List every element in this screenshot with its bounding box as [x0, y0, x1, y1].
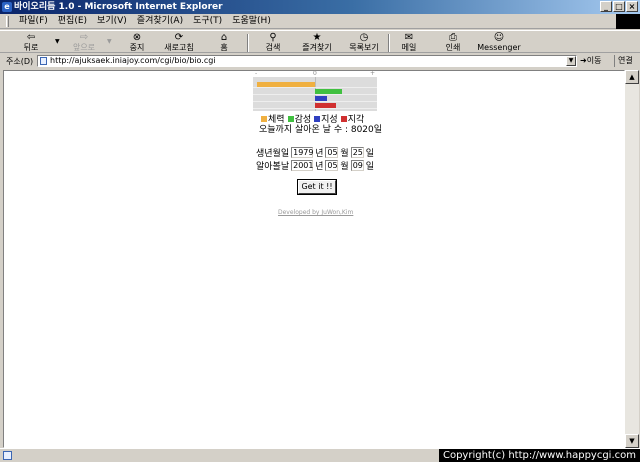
vertical-scrollbar[interactable]: ▲ ▼ [625, 70, 639, 448]
target-label: 알아볼날 [256, 162, 290, 172]
window-title: 바이오리듬 1.0 - Microsoft Internet Explorer [14, 2, 223, 12]
birth-year-input[interactable]: 1979 [291, 147, 313, 158]
scroll-up-icon[interactable]: ▲ [625, 70, 639, 84]
search-icon: ⚲ [269, 32, 277, 43]
favorites-icon: ★ [312, 32, 322, 43]
address-url: http://ajuksaek.iniajoy.com/cgi/bio/bio.… [50, 56, 216, 65]
stop-button[interactable]: ⊗ 중지 [124, 32, 150, 53]
home-button[interactable]: ⌂ 홈 [214, 32, 234, 53]
birth-date-row: 생년월일 1979 년 05 월 25 일 [256, 146, 374, 159]
target-date-row: 알아볼날 2001 년 05 월 09 일 [256, 159, 374, 172]
title-bar: e 바이오리듬 1.0 - Microsoft Internet Explore… [0, 0, 640, 14]
year-unit: 년 [315, 162, 324, 172]
menu-help[interactable]: 도움말(H) [227, 15, 276, 28]
go-arrow-icon: ➜ [580, 56, 587, 65]
day-unit: 일 [365, 162, 374, 172]
history-button[interactable]: ◷ 목록보기 [344, 32, 384, 53]
address-dropdown-icon[interactable]: ▼ [566, 56, 576, 66]
chart-bar [315, 103, 336, 108]
birth-label: 생년월일 [256, 149, 290, 159]
back-button[interactable]: ⇦ 뒤로 [14, 32, 48, 53]
address-input[interactable]: http://ajuksaek.iniajoy.com/cgi/bio/bio.… [37, 55, 577, 67]
scale-plus-label: + [370, 70, 376, 77]
links-button[interactable]: 연결 [614, 55, 633, 67]
developer-credit-link[interactable]: Developed by JuWon,Kim [278, 209, 353, 216]
copyright-text: Copyright(c) http://www.happycgi.com [438, 449, 640, 462]
forward-arrow-icon: ⇨ [79, 32, 89, 43]
biorhythm-chart [253, 77, 377, 111]
address-label: 주소(D) [6, 56, 34, 66]
chart-row [253, 95, 377, 102]
messenger-icon: ☺ [493, 32, 505, 43]
menu-file[interactable]: 파일(F) [14, 15, 53, 28]
menu-view[interactable]: 보기(V) [92, 15, 132, 28]
page-icon [40, 57, 47, 65]
standard-toolbar: ⇦ 뒤로 ▼ ⇨ 앞으로 ▼ ⊗ 중지 ⟳ 새로고침 ⌂ 홈 ⚲ 검색 ★ 즐겨… [0, 30, 640, 53]
refresh-button[interactable]: ⟳ 새로고침 [160, 32, 198, 53]
chart-row [253, 81, 377, 88]
toolbar-separator [247, 34, 249, 52]
stop-icon: ⊗ [132, 32, 142, 43]
menu-edit[interactable]: 편집(E) [53, 15, 92, 28]
refresh-icon: ⟳ [174, 32, 184, 43]
menu-tools[interactable]: 도구(T) [188, 15, 227, 28]
history-icon: ◷ [359, 32, 369, 43]
favorites-button[interactable]: ★ 즐겨찾기 [298, 32, 336, 53]
chart-row [253, 102, 377, 109]
menu-bar: 파일(F) 편집(E) 보기(V) 즐겨찾기(A) 도구(T) 도움말(H) [0, 14, 640, 29]
birth-month-input[interactable]: 05 [325, 147, 339, 158]
maximize-button[interactable]: □ [613, 1, 625, 12]
scale-minus-label: - [255, 70, 258, 77]
forward-dropdown-icon[interactable]: ▼ [107, 38, 112, 45]
toolbar-grip [6, 15, 9, 27]
page-status-icon [3, 451, 12, 460]
day-unit: 일 [365, 149, 374, 159]
target-day-input[interactable]: 09 [350, 160, 364, 171]
month-unit: 월 [340, 162, 349, 172]
year-unit: 년 [315, 149, 324, 159]
target-month-input[interactable]: 05 [325, 160, 339, 171]
address-bar: 주소(D) http://ajuksaek.iniajoy.com/cgi/bi… [0, 54, 640, 68]
chart-bar [315, 89, 342, 94]
go-button[interactable]: ➜이동 [580, 55, 601, 67]
days-lived-text: 오늘까지 살아온 날 수 : 8020일 [259, 125, 383, 135]
printer-icon: ⎙ [449, 32, 457, 43]
chart-bar [257, 82, 315, 87]
mail-icon: ✉ [404, 32, 414, 43]
scale-zero-label: 0 [313, 70, 317, 77]
get-it-button[interactable]: Get it !! [298, 180, 336, 194]
month-unit: 월 [340, 149, 349, 159]
chart-row [253, 88, 377, 95]
birth-day-input[interactable]: 25 [350, 147, 364, 158]
menu-favorites[interactable]: 즐겨찾기(A) [132, 15, 188, 28]
status-bar: Copyright(c) http://www.happycgi.com [0, 448, 640, 462]
back-arrow-icon: ⇦ [26, 32, 36, 43]
forward-button[interactable]: ⇨ 앞으로 [66, 32, 102, 53]
scroll-down-icon[interactable]: ▼ [625, 434, 639, 448]
messenger-button[interactable]: ☺ Messenger [476, 32, 522, 53]
target-year-input[interactable]: 2001 [291, 160, 313, 171]
close-button[interactable]: × [626, 1, 638, 12]
windows-logo [616, 14, 640, 29]
back-dropdown-icon[interactable]: ▼ [55, 38, 60, 45]
mail-button[interactable]: ✉ 메일 [397, 32, 421, 53]
toolbar-separator [388, 34, 390, 52]
search-button[interactable]: ⚲ 검색 [259, 32, 287, 53]
page-content: - 0 + 체력 감성 지성 지각 오늘까지 살아온 날 수 : 8020일 생… [3, 70, 625, 448]
chart-bar [315, 96, 327, 101]
home-icon: ⌂ [220, 32, 228, 43]
print-button[interactable]: ⎙ 인쇄 [441, 32, 465, 53]
minimize-button[interactable]: _ [600, 1, 612, 12]
ie-icon: e [2, 2, 12, 12]
